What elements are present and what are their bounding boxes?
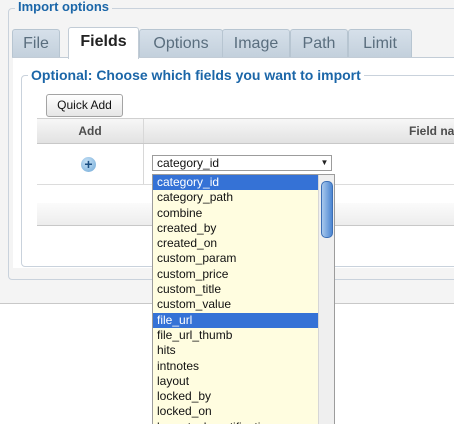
dropdown-option[interactable]: created_by — [153, 221, 334, 236]
dropdown-option[interactable]: category_id — [153, 175, 334, 191]
dropdown-option[interactable]: combine — [153, 206, 334, 221]
dropdown-option[interactable]: hits — [153, 343, 334, 358]
column-divider — [143, 144, 144, 184]
scrollbar-thumb[interactable] — [321, 181, 333, 238]
dropdown-option[interactable]: custom_price — [153, 267, 334, 282]
tab-fields[interactable]: Fields — [68, 27, 139, 59]
tab-file[interactable]: File — [12, 29, 60, 57]
column-header-add: Add — [78, 124, 102, 138]
dropdown-options: category_id category_path combine created_b… — [153, 175, 334, 424]
tab-path[interactable]: Path — [290, 29, 348, 57]
add-field-icon[interactable]: + — [81, 157, 96, 172]
dropdown-option[interactable]: custom_param — [153, 251, 334, 266]
dropdown-scrollbar[interactable] — [318, 175, 334, 424]
field-select-value: category_id — [157, 156, 220, 170]
dropdown-option[interactable]: low_stock_notification — [153, 420, 334, 424]
dropdown-option[interactable]: locked_by — [153, 389, 334, 404]
tab-limit[interactable]: Limit — [348, 29, 412, 57]
field-select[interactable]: category_id ▼ — [152, 155, 332, 171]
dropdown-option[interactable]: created_on — [153, 236, 334, 251]
tab-options[interactable]: Options — [139, 29, 223, 57]
dropdown-option[interactable]: layout — [153, 374, 334, 389]
field-select-dropdown[interactable]: category_id category_path combine created_b… — [152, 174, 335, 424]
tab-image[interactable]: Image — [222, 29, 290, 57]
optional-legend: Optional: Choose which fields you want t… — [28, 67, 364, 83]
dropdown-option[interactable]: custom_title — [153, 282, 334, 297]
dropdown-option[interactable]: custom_value — [153, 297, 334, 312]
dropdown-option[interactable]: intnotes — [153, 359, 334, 374]
dropdown-option[interactable]: locked_on — [153, 404, 334, 419]
quick-add-button[interactable]: Quick Add — [46, 94, 123, 117]
grid-header: Add Field na — [37, 118, 454, 144]
dropdown-option[interactable]: file_url_thumb — [153, 328, 334, 343]
dropdown-option[interactable]: category_path — [153, 190, 334, 205]
import-options-legend: Import options — [15, 0, 112, 14]
column-divider — [143, 119, 144, 143]
dropdown-option[interactable]: file_url — [153, 312, 334, 328]
chevron-down-icon[interactable]: ▼ — [319, 157, 330, 169]
column-header-field-name: Field na — [409, 124, 454, 138]
